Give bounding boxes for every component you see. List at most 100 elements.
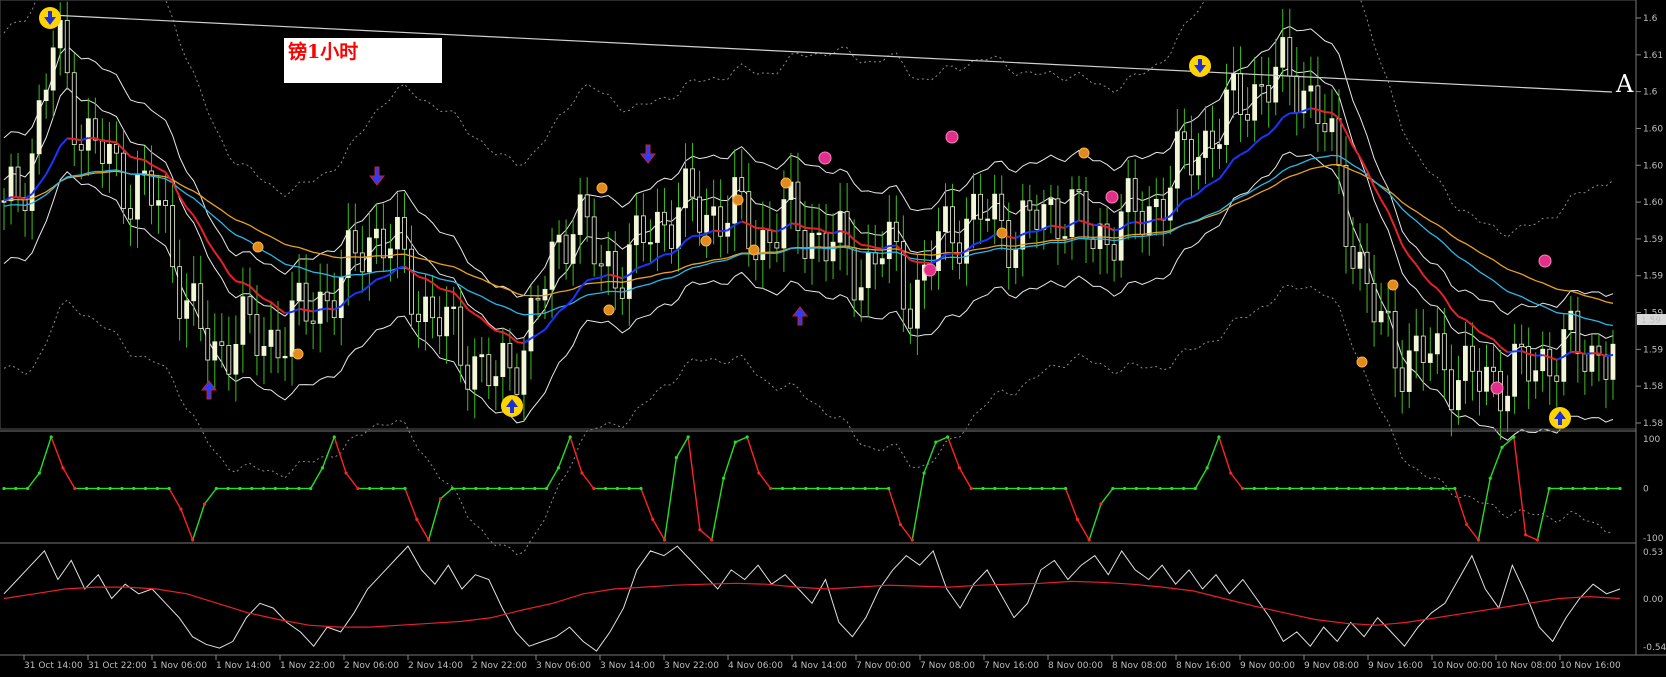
price-tick-label: 1.6: [1643, 88, 1658, 98]
candle-body: [1485, 367, 1489, 391]
candle-body: [473, 357, 477, 389]
oscillator-point: [344, 471, 347, 474]
price-panel[interactable]: [2, 0, 1615, 555]
trend-ma-segment: [348, 293, 355, 298]
candle-body: [402, 217, 406, 249]
oscillator-point: [1253, 487, 1256, 490]
price-tick-label: 1.59: [1643, 272, 1663, 282]
oscillator-point: [746, 435, 749, 438]
trend-ma-segment: [657, 255, 664, 258]
time-tick-label: 10 Nov 00:00: [1432, 661, 1493, 671]
oscillator-point: [1512, 435, 1515, 438]
candle-body: [72, 73, 76, 145]
oscillator-point: [285, 487, 288, 490]
oscillator-point: [1571, 487, 1574, 490]
trend-ma-segment: [1283, 113, 1290, 117]
trend-ma-segment: [671, 249, 678, 254]
trend-ma-segment: [1184, 197, 1191, 200]
trend-ma-segment: [1009, 237, 1016, 238]
oscillator-point: [14, 487, 17, 490]
trend-ma-segment: [320, 309, 327, 310]
trend-ma-segment: [1353, 146, 1360, 157]
orange-signal-dot: [1079, 148, 1089, 158]
candle-body: [1070, 190, 1074, 237]
oscillator-point: [639, 487, 642, 490]
candle-body: [915, 280, 919, 328]
trend-ma-segment: [643, 263, 650, 265]
trend-ma-segment: [1381, 200, 1388, 212]
oscillator-point: [946, 435, 949, 438]
oscillator-segment: [193, 504, 205, 540]
trend-ma-segment: [875, 248, 882, 249]
oscillator-point: [899, 523, 902, 526]
oscillator-point: [592, 487, 595, 490]
oscillator-point: [1500, 446, 1503, 449]
trend-ma-segment: [1248, 144, 1255, 151]
chart-canvas[interactable]: 1.61.611.61.601.601.601.591.591.591.591.…: [0, 0, 1666, 673]
forex-chart[interactable]: 1.61.611.61.601.601.601.591.591.591.591.…: [0, 0, 1666, 673]
momentum-panel[interactable]: [4, 546, 1620, 651]
oscillator-segment: [346, 473, 358, 488]
oscillator-segment: [63, 468, 75, 489]
candle-body: [606, 251, 610, 266]
candle-body: [1056, 199, 1060, 239]
candle-body: [459, 307, 463, 365]
trend-ma-segment: [1255, 138, 1262, 144]
oscillator-point: [97, 487, 100, 490]
trend-ma-segment: [327, 309, 334, 310]
oscillator-point: [1548, 487, 1551, 490]
candle-body: [248, 297, 252, 315]
candle-body: [255, 314, 259, 355]
oscillator-panel[interactable]: [2, 435, 1621, 541]
candle-body: [37, 101, 41, 154]
candle-body: [304, 283, 308, 321]
oscillator-segment: [1066, 489, 1078, 520]
oscillator-point: [1382, 487, 1385, 490]
candle-body: [1077, 190, 1081, 192]
trend-ma-segment: [826, 232, 833, 233]
current-price-label: 1.59: [1641, 316, 1661, 326]
oscillator-segment: [405, 489, 417, 520]
oscillator-segment: [665, 458, 677, 540]
candle-body: [283, 356, 287, 358]
orange-signal-dot: [1357, 357, 1367, 367]
oscillator-point: [109, 487, 112, 490]
trend-ma-segment: [130, 157, 137, 159]
oscillator-axis-label: 100: [1643, 435, 1660, 445]
candle-body: [1506, 396, 1510, 411]
trend-ma-segment: [1402, 245, 1409, 256]
candle-body: [1063, 237, 1067, 239]
candle-body: [1358, 252, 1362, 268]
candle-body: [873, 253, 877, 264]
candle-body: [276, 330, 280, 358]
oscillator-point: [1088, 538, 1091, 541]
candle-body: [93, 119, 97, 140]
oscillator-segment: [889, 489, 901, 525]
trend-ma-segment: [1276, 118, 1283, 127]
oscillator-point: [687, 435, 690, 438]
candle-body: [121, 153, 125, 208]
oscillator-segment: [181, 509, 193, 540]
oscillator-point: [333, 435, 336, 438]
candle-body: [564, 235, 568, 263]
time-tick-label: 10 Nov 16:00: [1560, 661, 1621, 671]
trendline-label: A: [1616, 70, 1633, 98]
oscillator-point: [545, 487, 548, 490]
time-tick-label: 2 Nov 22:00: [472, 661, 527, 671]
oscillator-segment: [1467, 525, 1479, 540]
trend-ma-segment: [805, 228, 812, 229]
oscillator-segment: [1231, 473, 1243, 488]
candle-body: [367, 238, 371, 272]
oscillator-point: [958, 466, 961, 469]
oscillator-point: [521, 487, 524, 490]
oscillator-point: [1029, 487, 1032, 490]
trend-ma-segment: [1536, 355, 1543, 356]
candle-body: [185, 301, 189, 319]
candle-body: [86, 119, 90, 150]
oscillator-point: [698, 528, 701, 531]
oscillator-point: [1300, 487, 1303, 490]
trend-ma-segment: [1472, 325, 1479, 332]
candle-body: [311, 321, 315, 323]
trend-ma-segment: [159, 169, 166, 173]
candle-body: [1456, 381, 1460, 410]
